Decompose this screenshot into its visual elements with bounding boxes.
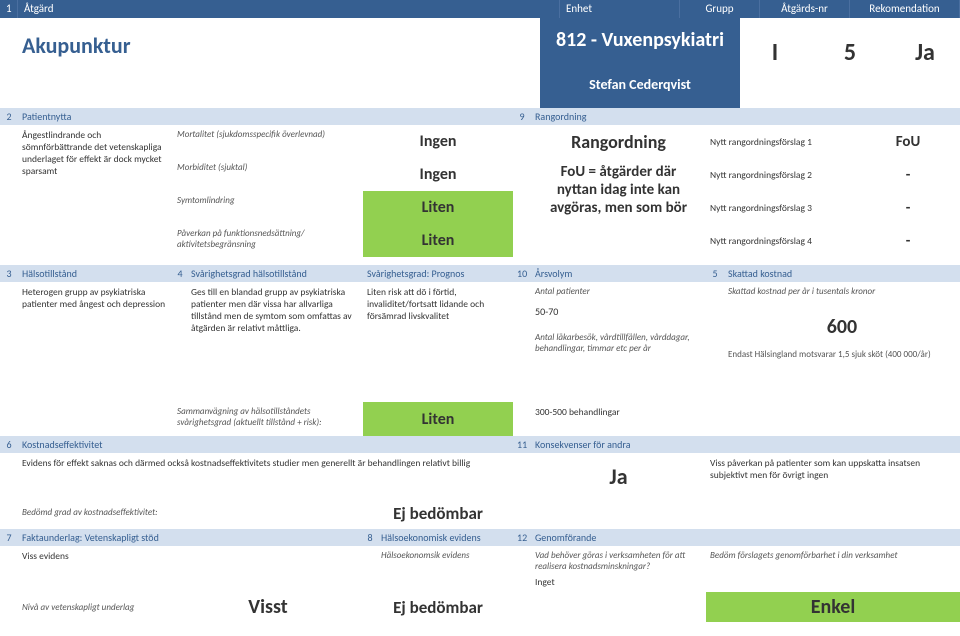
- rang-label: Rangordning: [531, 125, 706, 159]
- title-rek: Ja: [890, 18, 960, 108]
- s2-row-lbl: Morbiditet (sjuktal): [173, 158, 363, 191]
- s7-nivlbl: Nivå av vetenskapligt underlag: [18, 598, 173, 617]
- s10-label: Årsvolym: [531, 265, 706, 282]
- s4-sumval: Liten: [363, 402, 513, 436]
- s11-val: Ja: [531, 453, 706, 503]
- s10-besok-val: 300-500 behandlingar: [531, 402, 706, 436]
- s3-num: 3: [0, 265, 18, 282]
- hdr-enhet: Enhet: [560, 0, 680, 18]
- s5-note: Endast Hälsingland motsvarar 1,5 sjuk sk…: [728, 349, 956, 360]
- title-row: Akupunktur 812 - Vuxenpsykiatri Stefan C…: [0, 18, 960, 108]
- s2-row-lbl: Mortalitet (sjukdomsspecifik överlevnad): [173, 125, 363, 158]
- s8-num: 8: [363, 529, 377, 546]
- s12-a: Inget: [535, 576, 702, 588]
- s9-row-val: -: [856, 199, 960, 217]
- hdr-atgardsnr: Åtgärds-nr: [760, 0, 850, 18]
- s11-label: Konsekvenser för andra: [531, 436, 960, 453]
- s2-row-val: Ingen: [363, 125, 513, 158]
- s5-label: Skattad kostnad: [724, 265, 960, 282]
- prognos-desc: Liten risk att dö i förtid, invaliditet/…: [363, 282, 513, 402]
- s7-num: 7: [0, 529, 18, 546]
- s12-rval: Enkel: [706, 592, 960, 622]
- s2-desc: Ångestlindrande och sömnförbättrande det…: [18, 125, 173, 265]
- s12-rlbl: Bedöm förslagets genomförbarhet i din ve…: [706, 546, 960, 592]
- s5-sub: Skattad kostnad per år i tusentals krono…: [728, 286, 956, 297]
- s4-num: 4: [173, 265, 187, 282]
- s4-label: Svårighetsgrad hälsotillstånd: [187, 265, 363, 282]
- unit-block: 812 - Vuxenpsykiatri Stefan Cederqvist: [540, 18, 740, 108]
- s4-sumlbl: Sammanvägning av hälsotillståndets svåri…: [173, 402, 363, 436]
- title-grupp: I: [740, 18, 810, 108]
- s2-row-val: Liten: [363, 224, 513, 257]
- s12-q: Vad behöver göras i verksamheten för att…: [535, 550, 702, 572]
- s2-row-lbl: Symtomlindring: [173, 191, 363, 224]
- s6-gradlbl: Bedömd grad av kostnadseffektivitet:: [18, 503, 363, 529]
- s10-num: 10: [513, 265, 531, 282]
- s2-num: 2: [0, 108, 18, 125]
- hdr-num: 1: [0, 0, 18, 18]
- s5-val: 600: [728, 315, 956, 339]
- hdr-rek: Rekomendation: [850, 0, 960, 18]
- s9-row-val: -: [856, 232, 960, 250]
- s8-label: Hälsoekonomisk evidens: [377, 529, 513, 546]
- s12-num: 12: [513, 529, 531, 546]
- s5-num: 5: [706, 265, 724, 282]
- s3-label: Hälsotillstånd: [18, 265, 173, 282]
- s9-row-lbl: Nytt rangordningsförslag 3: [706, 198, 856, 218]
- s3-desc: Heterogen grupp av psykiatriska patiente…: [18, 282, 173, 402]
- s11-note: Viss påverkan på patienter som kan uppsk…: [706, 453, 960, 503]
- s2-label: Patientnytta: [18, 108, 513, 125]
- s6-gradval: Ej bedömbar: [363, 503, 513, 529]
- s2-row-lbl: Påverkan på funktionsnedsättning/ aktivi…: [173, 224, 363, 257]
- s9-row-lbl: Nytt rangordningsförslag 1: [706, 132, 856, 152]
- s9-row-val: FoU: [856, 133, 960, 151]
- s10-besok-lbl: Antal läkarbesök, vårdtillfällen, vårdda…: [535, 332, 702, 354]
- s8-val: Ej bedömbar: [363, 597, 513, 618]
- page-title: Akupunktur: [0, 18, 540, 108]
- author-name: Stefan Cederqvist: [540, 76, 740, 93]
- s9-label: Rangordning: [531, 108, 960, 125]
- s2-row-val: Liten: [363, 191, 513, 224]
- s7-desc: Viss evidens: [18, 546, 363, 592]
- s7-nivval: Visst: [173, 595, 363, 619]
- prognos-label: Svårighetsgrad: Prognos: [363, 265, 513, 282]
- s10-ant-val: 50-70: [535, 305, 702, 318]
- s9-row-val: -: [856, 166, 960, 184]
- s8-sub: Hälsoekonomsik evidens: [377, 546, 513, 592]
- s6-desc: Evidens för effekt saknas och därmed ock…: [18, 453, 513, 503]
- s9-num: 9: [513, 108, 531, 125]
- s9-row-lbl: Nytt rangordningsförslag 4: [706, 231, 856, 251]
- s10-ant-lbl: Antal patienter: [535, 286, 702, 297]
- s6-label: Kostnadseffektivitet: [18, 436, 513, 453]
- title-nr: 5: [810, 18, 890, 108]
- s11-num: 11: [513, 436, 531, 453]
- s7-label: Faktaunderlag: Vetenskapligt stöd: [18, 529, 363, 546]
- s6-num: 6: [0, 436, 18, 453]
- unit-name: 812 - Vuxenpsykiatri: [540, 28, 740, 52]
- s2-row-val: Ingen: [363, 158, 513, 191]
- s9-row-lbl: Nytt rangordningsförslag 2: [706, 165, 856, 185]
- s4-desc: Ges till en blandad grupp av psykiatrisk…: [187, 282, 363, 402]
- fou-text: FoU = åtgärder där nyttan idag inte kan …: [531, 159, 706, 221]
- hdr-atgard: Åtgärd: [18, 0, 560, 18]
- header-row: 1 Åtgärd Enhet Grupp Åtgärds-nr Rekomend…: [0, 0, 960, 18]
- hdr-grupp: Grupp: [680, 0, 760, 18]
- s12-label: Genomförande: [531, 529, 960, 546]
